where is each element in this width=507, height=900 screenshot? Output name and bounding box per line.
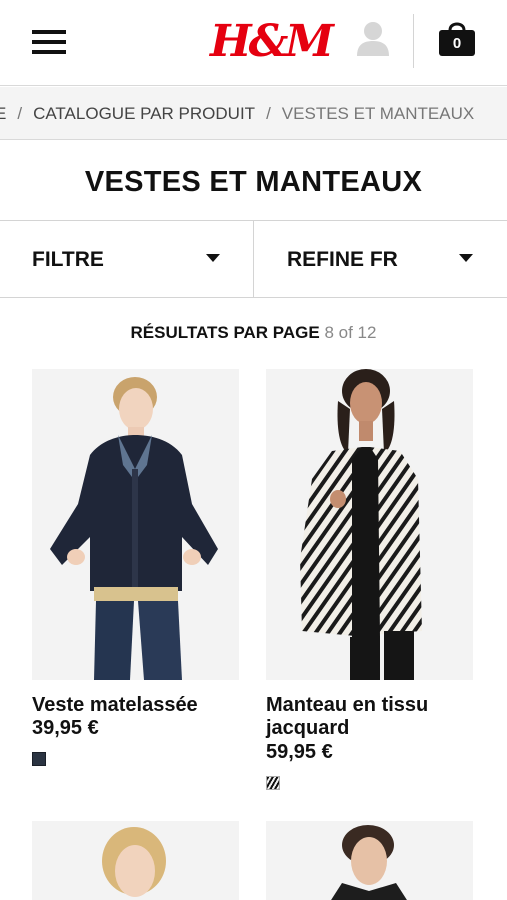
logo-text: H&M (210, 16, 334, 67)
product-card[interactable] (266, 821, 473, 900)
filter-dropdown[interactable]: FILTRE (0, 221, 254, 297)
product-card[interactable]: Manteau en tissu jacquard 59,95 € (266, 369, 473, 799)
product-image[interactable] (266, 821, 473, 900)
hamburger-icon[interactable] (32, 30, 66, 56)
results-per-page-label: RÉSULTATS PAR PAGE (130, 323, 320, 342)
product-price: 39,95 € (32, 717, 99, 739)
breadcrumb-item-current: VESTES ET MANTEAUX (281, 104, 475, 123)
product-card[interactable] (32, 821, 239, 900)
product-price: 59,95 € (266, 741, 333, 763)
results-per-page-value: 8 of 12 (324, 323, 377, 342)
filter-bar: FILTRE REFINE FR (0, 220, 507, 298)
header-divider (413, 14, 414, 68)
product-image[interactable] (32, 821, 239, 900)
product-card[interactable]: Veste matelassée 39,95 € (32, 369, 239, 789)
product-image[interactable] (32, 369, 239, 680)
shopping-bag-icon[interactable]: 0 (438, 18, 476, 58)
refine-label: REFINE FR (287, 248, 398, 271)
filter-label: FILTRE (32, 248, 104, 271)
brand-logo[interactable]: H&M (210, 12, 334, 72)
product-name[interactable]: Manteau en tissu jacquard (266, 694, 481, 740)
product-name[interactable]: Veste matelassée (32, 694, 247, 717)
chevron-down-icon (206, 254, 220, 262)
breadcrumb-separator: / (17, 104, 23, 123)
product-image[interactable] (266, 369, 473, 680)
top-header: H&M 0 (0, 0, 507, 86)
color-swatch[interactable] (266, 776, 280, 790)
breadcrumb: E / CATALOGUE PAR PRODUIT / VESTES ET MANTEA… (0, 87, 507, 140)
refine-dropdown[interactable]: REFINE FR (255, 221, 507, 297)
page-title: VESTES ET MANTEAUX (84, 166, 423, 198)
color-swatch[interactable] (32, 752, 46, 766)
results-per-page[interactable]: RÉSULTATS PAR PAGE 8 of 12 (0, 318, 507, 348)
breadcrumb-item-home[interactable]: E (0, 104, 6, 123)
user-silhouette-icon[interactable] (353, 18, 393, 58)
chevron-down-icon (459, 254, 473, 262)
breadcrumb-item-catalogue[interactable]: CATALOGUE PAR PRODUIT (33, 104, 255, 123)
cart-count-badge: 0 (452, 35, 462, 52)
breadcrumb-separator: / (266, 104, 271, 123)
